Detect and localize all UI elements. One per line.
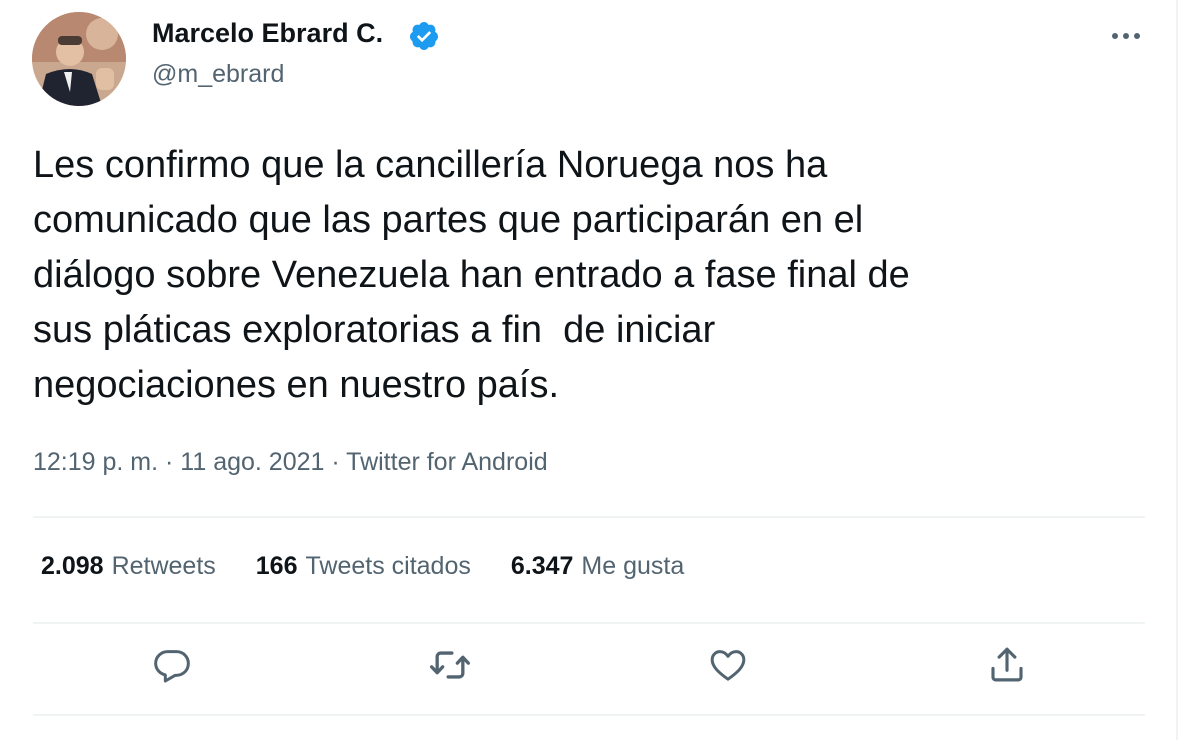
divider bbox=[33, 516, 1145, 518]
tweet-text-line: diálogo sobre Venezuela han entrado a fa… bbox=[33, 254, 910, 296]
verified-badge-icon bbox=[409, 22, 438, 50]
reply-button[interactable] bbox=[150, 643, 194, 687]
tweet-text-line: Les confirmo que la cancillería Noruega … bbox=[33, 144, 828, 186]
retweet-button[interactable] bbox=[428, 643, 472, 687]
retweets-label: Retweets bbox=[111, 552, 216, 580]
divider bbox=[33, 622, 1145, 624]
likes-count: 6.347 bbox=[510, 552, 574, 580]
retweets-count: 2.098 bbox=[41, 552, 104, 580]
tweet-text-line: sus pláticas exploratorias a fin de inic… bbox=[33, 309, 716, 351]
quotes-count: 166 bbox=[255, 552, 298, 580]
reply-icon bbox=[154, 650, 190, 683]
tweet-text-line: comunicado que las partes que participar… bbox=[33, 199, 864, 241]
share-button[interactable] bbox=[985, 643, 1029, 687]
quotes-label: Tweets citados bbox=[305, 552, 471, 580]
quotes-stat[interactable]: 166 Tweets citados bbox=[256, 552, 471, 581]
avatar[interactable] bbox=[32, 12, 126, 106]
avatar-image bbox=[32, 12, 126, 106]
divider bbox=[33, 714, 1145, 716]
author-name[interactable]: Marcelo Ebrard C. bbox=[152, 18, 383, 49]
tweet-card: Marcelo Ebrard C. @m_ebrard Les confirmo… bbox=[0, 0, 1200, 740]
retweets-stat[interactable]: 2.098 Retweets bbox=[41, 552, 216, 581]
more-icon[interactable] bbox=[1106, 22, 1146, 50]
likes-stat[interactable]: 6.347 Me gusta bbox=[511, 552, 684, 581]
like-icon bbox=[710, 650, 746, 681]
tweet-text: Les confirmo que la cancillería Noruega … bbox=[33, 138, 1143, 413]
tweet-timestamp[interactable]: 12:19 p. m. · 11 ago. 2021 · Twitter for… bbox=[33, 448, 548, 477]
tweet-text-line: negociaciones en nuestro país. bbox=[33, 364, 560, 406]
author-handle[interactable]: @m_ebrard bbox=[152, 60, 284, 89]
like-button[interactable] bbox=[706, 643, 750, 687]
likes-label: Me gusta bbox=[581, 552, 685, 580]
retweet-icon bbox=[430, 651, 470, 679]
share-icon bbox=[991, 647, 1023, 682]
tweet-stats: 2.098 Retweets 166 Tweets citados 6.347 … bbox=[41, 552, 724, 581]
panel-border bbox=[1176, 0, 1178, 740]
